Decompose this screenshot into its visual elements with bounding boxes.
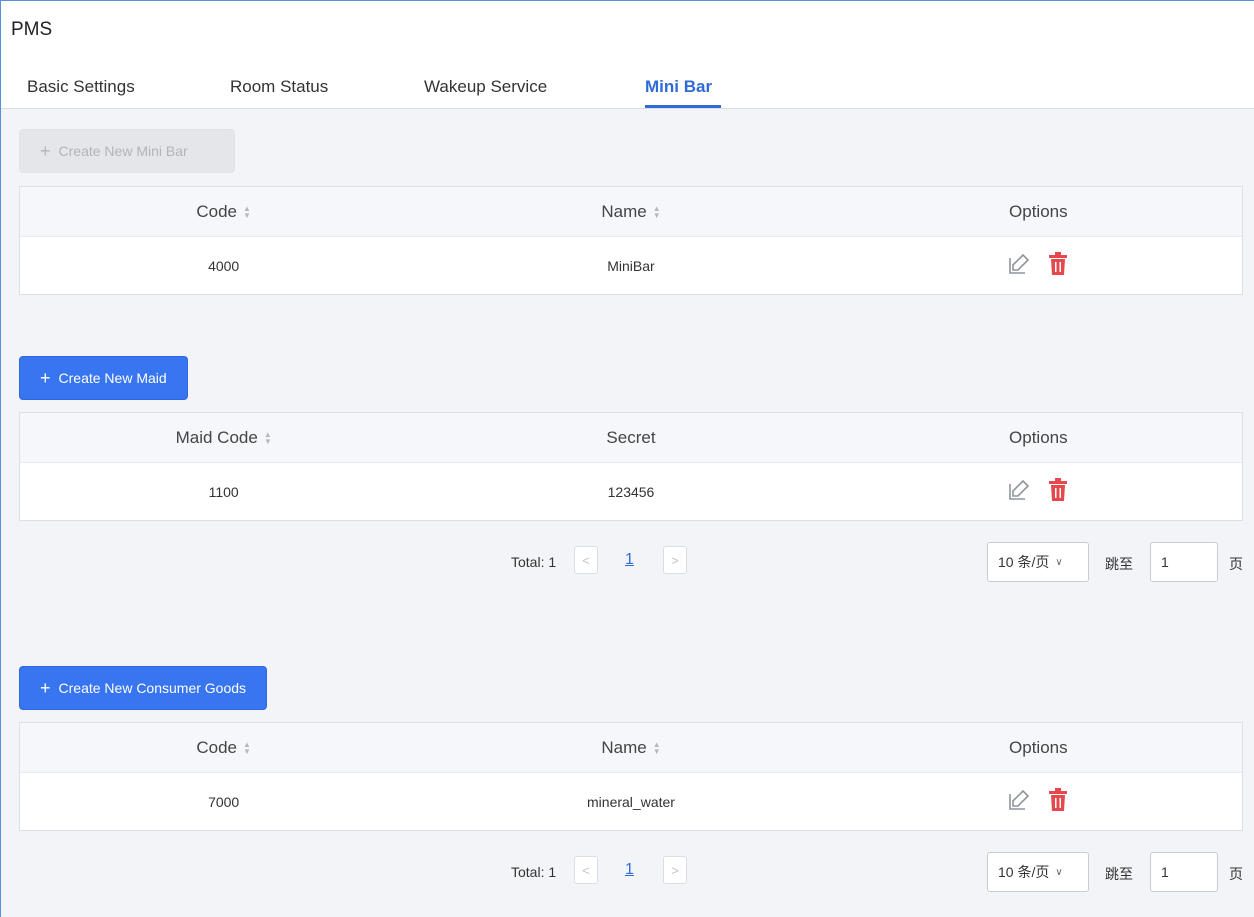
maid-table: Maid Code ▲ ▼ Secret Options 1100 123456 xyxy=(19,412,1243,521)
sort-icon[interactable]: ▲ ▼ xyxy=(264,430,272,445)
plus-icon: + xyxy=(40,368,51,388)
cell-name: MiniBar xyxy=(607,257,655,274)
col-name[interactable]: Name ▲ ▼ xyxy=(427,738,834,758)
chevron-down-icon: ∨ xyxy=(1055,556,1063,568)
jump-label: 跳至 xyxy=(1105,866,1133,882)
table-header: Code ▲ ▼ Name ▲ ▼ Options xyxy=(20,723,1242,773)
col-code[interactable]: Code ▲ ▼ xyxy=(20,202,427,222)
jump-page-input[interactable] xyxy=(1150,852,1218,892)
maid-pagination: Total: 1 < 1 > 10 条/页 ∨ 跳至 页 xyxy=(1,542,1254,582)
table-header: Maid Code ▲ ▼ Secret Options xyxy=(20,413,1242,463)
cell-secret: 123456 xyxy=(607,483,655,500)
edit-icon[interactable] xyxy=(1007,252,1031,279)
page-number[interactable]: 1 xyxy=(625,551,634,569)
chevron-left-icon[interactable]: < xyxy=(574,546,598,574)
tab-mini-bar[interactable]: Mini Bar xyxy=(645,77,712,97)
minibar-table: Code ▲ ▼ Name ▲ ▼ Options 4000 MiniBar xyxy=(19,186,1243,295)
create-consumer-goods-button[interactable]: + Create New Consumer Goods xyxy=(19,666,268,710)
trash-icon[interactable] xyxy=(1047,788,1069,815)
create-maid-label: Create New Maid xyxy=(58,370,167,386)
col-options: Options xyxy=(1009,427,1068,447)
tab-wakeup-service[interactable]: Wakeup Service xyxy=(424,77,547,97)
chevron-right-icon[interactable]: > xyxy=(663,546,687,574)
col-code[interactable]: Code ▲ ▼ xyxy=(20,738,427,758)
sort-icon[interactable]: ▲ ▼ xyxy=(653,204,661,219)
create-mini-bar-button[interactable]: + Create New Mini Bar xyxy=(19,129,235,173)
col-maid-code[interactable]: Maid Code ▲ ▼ xyxy=(20,428,427,448)
col-name[interactable]: Name ▲ ▼ xyxy=(427,202,834,222)
col-options: Options xyxy=(1009,201,1068,221)
sort-icon[interactable]: ▲ ▼ xyxy=(243,204,251,219)
chevron-left-icon[interactable]: < xyxy=(574,856,598,884)
chevron-down-icon: ∨ xyxy=(1055,866,1063,878)
col-options: Options xyxy=(1009,737,1068,757)
jump-page-input[interactable] xyxy=(1150,542,1218,582)
trash-icon[interactable] xyxy=(1047,478,1069,505)
consumer-goods-pagination: Total: 1 < 1 > 10 条/页 ∨ 跳至 页 xyxy=(1,852,1254,892)
tab-room-status[interactable]: Room Status xyxy=(230,77,328,97)
table-row: 1100 123456 xyxy=(20,463,1242,520)
trash-icon[interactable] xyxy=(1047,252,1069,279)
page-unit-label: 页 xyxy=(1229,866,1243,882)
consumer-goods-table: Code ▲ ▼ Name ▲ ▼ Options 7000 mineral_wat… xyxy=(19,722,1243,831)
cell-options xyxy=(835,252,1242,279)
page-unit-label: 页 xyxy=(1229,556,1243,572)
page-number[interactable]: 1 xyxy=(625,861,634,879)
edit-icon[interactable] xyxy=(1007,788,1031,815)
sort-icon[interactable]: ▲ ▼ xyxy=(243,740,251,755)
active-tab-indicator xyxy=(645,105,721,108)
header: PMS Basic Settings Room Status Wakeup Se… xyxy=(1,1,1254,109)
page-title: PMS xyxy=(11,19,53,40)
create-maid-button[interactable]: + Create New Maid xyxy=(19,356,188,400)
plus-icon: + xyxy=(40,678,51,698)
plus-icon: + xyxy=(40,141,51,161)
cell-code: 7000 xyxy=(208,793,240,810)
cell-options xyxy=(835,478,1242,505)
pagination-total: Total: 1 xyxy=(511,554,557,570)
table-row: 4000 MiniBar xyxy=(20,237,1242,294)
edit-icon[interactable] xyxy=(1007,478,1031,505)
cell-code: 4000 xyxy=(208,257,240,274)
col-secret: Secret xyxy=(606,427,656,447)
page-size-select[interactable]: 10 条/页 ∨ xyxy=(987,542,1089,582)
create-mini-bar-label: Create New Mini Bar xyxy=(58,143,188,159)
cell-maid-code: 1100 xyxy=(208,483,239,500)
cell-options xyxy=(835,788,1242,815)
create-consumer-goods-label: Create New Consumer Goods xyxy=(58,680,247,696)
tab-basic-settings[interactable]: Basic Settings xyxy=(27,77,135,97)
table-header: Code ▲ ▼ Name ▲ ▼ Options xyxy=(20,187,1242,237)
jump-label: 跳至 xyxy=(1105,556,1133,572)
cell-name: mineral_water xyxy=(587,793,675,810)
pagination-total: Total: 1 xyxy=(511,864,557,880)
sort-icon[interactable]: ▲ ▼ xyxy=(653,740,661,755)
chevron-right-icon[interactable]: > xyxy=(663,856,687,884)
table-row: 7000 mineral_water xyxy=(20,773,1242,830)
page-size-select[interactable]: 10 条/页 ∨ xyxy=(987,852,1089,892)
